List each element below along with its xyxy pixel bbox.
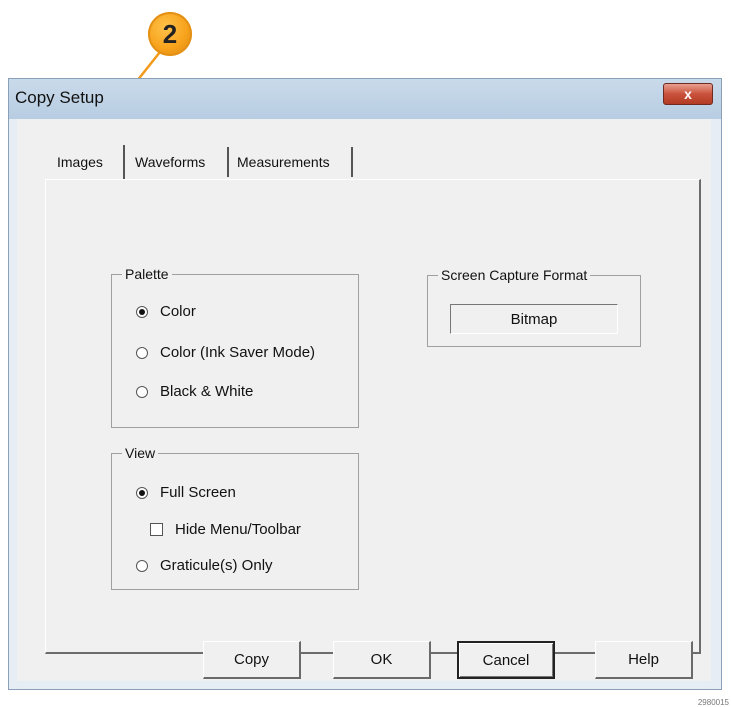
close-button[interactable]: x [663, 83, 713, 105]
close-icon: x [684, 86, 692, 102]
view-group: View Full Screen Hide Menu/Toolbar Grati… [111, 445, 359, 590]
window-title: Copy Setup [15, 88, 104, 107]
screen-capture-format-group: Screen Capture Format Bitmap [427, 267, 641, 347]
hide-menu-toolbar-label: Hide Menu/Toolbar [175, 521, 301, 538]
palette-option-color[interactable]: Color [136, 303, 196, 320]
radio-button[interactable] [136, 346, 148, 359]
title-bar[interactable]: Copy Setup x [9, 79, 721, 119]
palette-option-color-label: Color [160, 303, 196, 320]
ok-button-label: OK [370, 651, 393, 668]
cancel-button[interactable]: Cancel [457, 641, 555, 679]
palette-option-ink-saver-label: Color (Ink Saver Mode) [160, 344, 316, 361]
view-option-graticule-only-label: Graticule(s) Only [160, 557, 273, 574]
tab-images[interactable]: Images [51, 145, 125, 179]
palette-group: Palette Color Color (Ink Saver Mode) Bla… [111, 266, 359, 428]
radio-button[interactable] [136, 559, 148, 572]
copy-button-label: Copy [233, 651, 270, 668]
palette-option-black-white-label: Black & White [160, 383, 254, 400]
hide-menu-toolbar-checkbox[interactable]: Hide Menu/Toolbar [150, 521, 301, 538]
screen-capture-format-label: Screen Capture Format [438, 267, 591, 283]
figure-code: 2980015 [697, 698, 729, 707]
ok-button[interactable]: OK [333, 641, 431, 679]
checkbox[interactable] [150, 523, 163, 536]
palette-option-black-white[interactable]: Black & White [136, 383, 253, 400]
copy-setup-window: Copy Setup x Images Waveforms Measuremen… [8, 78, 722, 690]
callout-badge: 2 [148, 12, 192, 56]
screen-capture-format-value[interactable]: Bitmap [450, 304, 618, 334]
tab-images-label: Images [57, 154, 103, 170]
palette-group-label: Palette [122, 266, 172, 282]
screen-capture-format-text: Bitmap [510, 310, 558, 328]
cancel-button-label: Cancel [482, 651, 530, 669]
view-group-label: View [122, 445, 159, 461]
dialog-client-area: Images Waveforms Measurements Palette Co… [17, 119, 711, 681]
tab-measurements-label: Measurements [237, 154, 330, 170]
tab-waveforms[interactable]: Waveforms [129, 147, 229, 177]
copy-button[interactable]: Copy [203, 641, 301, 679]
radio-button-selected[interactable] [136, 486, 148, 499]
help-button[interactable]: Help [595, 641, 693, 679]
view-option-graticule-only[interactable]: Graticule(s) Only [136, 557, 273, 574]
radio-button-selected[interactable] [136, 305, 148, 318]
callout-number: 2 [162, 18, 178, 49]
view-option-full-screen[interactable]: Full Screen [136, 484, 236, 501]
help-button-label: Help [628, 651, 659, 668]
view-option-full-screen-label: Full Screen [160, 484, 236, 501]
tab-measurements[interactable]: Measurements [231, 147, 353, 177]
tab-waveforms-label: Waveforms [135, 154, 206, 170]
palette-option-ink-saver[interactable]: Color (Ink Saver Mode) [136, 344, 315, 361]
radio-button[interactable] [136, 385, 148, 398]
